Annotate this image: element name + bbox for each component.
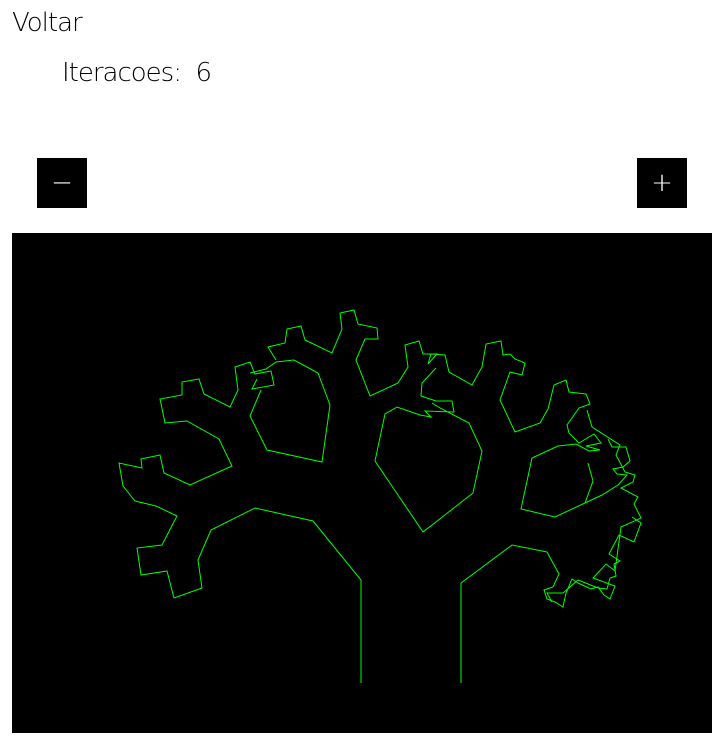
trunk-left: [118, 361, 362, 683]
fractal-tree: [118, 309, 642, 683]
plus-icon: +: [651, 168, 673, 198]
right-outer-branch: [584, 438, 631, 504]
iterations-label: Iteracoes:: [62, 58, 182, 88]
fractal-tree-drawing: [118, 309, 642, 683]
right-inner-branch: [520, 443, 601, 518]
increase-iterations-button[interactable]: +: [637, 158, 687, 208]
iterations-row: Iteracoes: 6: [62, 56, 213, 90]
center-branch: [374, 367, 483, 533]
iterations-value: 6: [195, 58, 213, 88]
minus-icon: −: [51, 168, 73, 198]
fractal-canvas: [12, 233, 712, 733]
decrease-iterations-button[interactable]: −: [37, 158, 87, 208]
top-left-branch: [267, 309, 439, 397]
left-inner-branch: [249, 359, 331, 463]
center-top-branch: [427, 340, 602, 451]
right-lower-branch: [546, 516, 642, 603]
back-link[interactable]: Voltar: [12, 6, 83, 40]
trunk-right: [460, 409, 642, 683]
